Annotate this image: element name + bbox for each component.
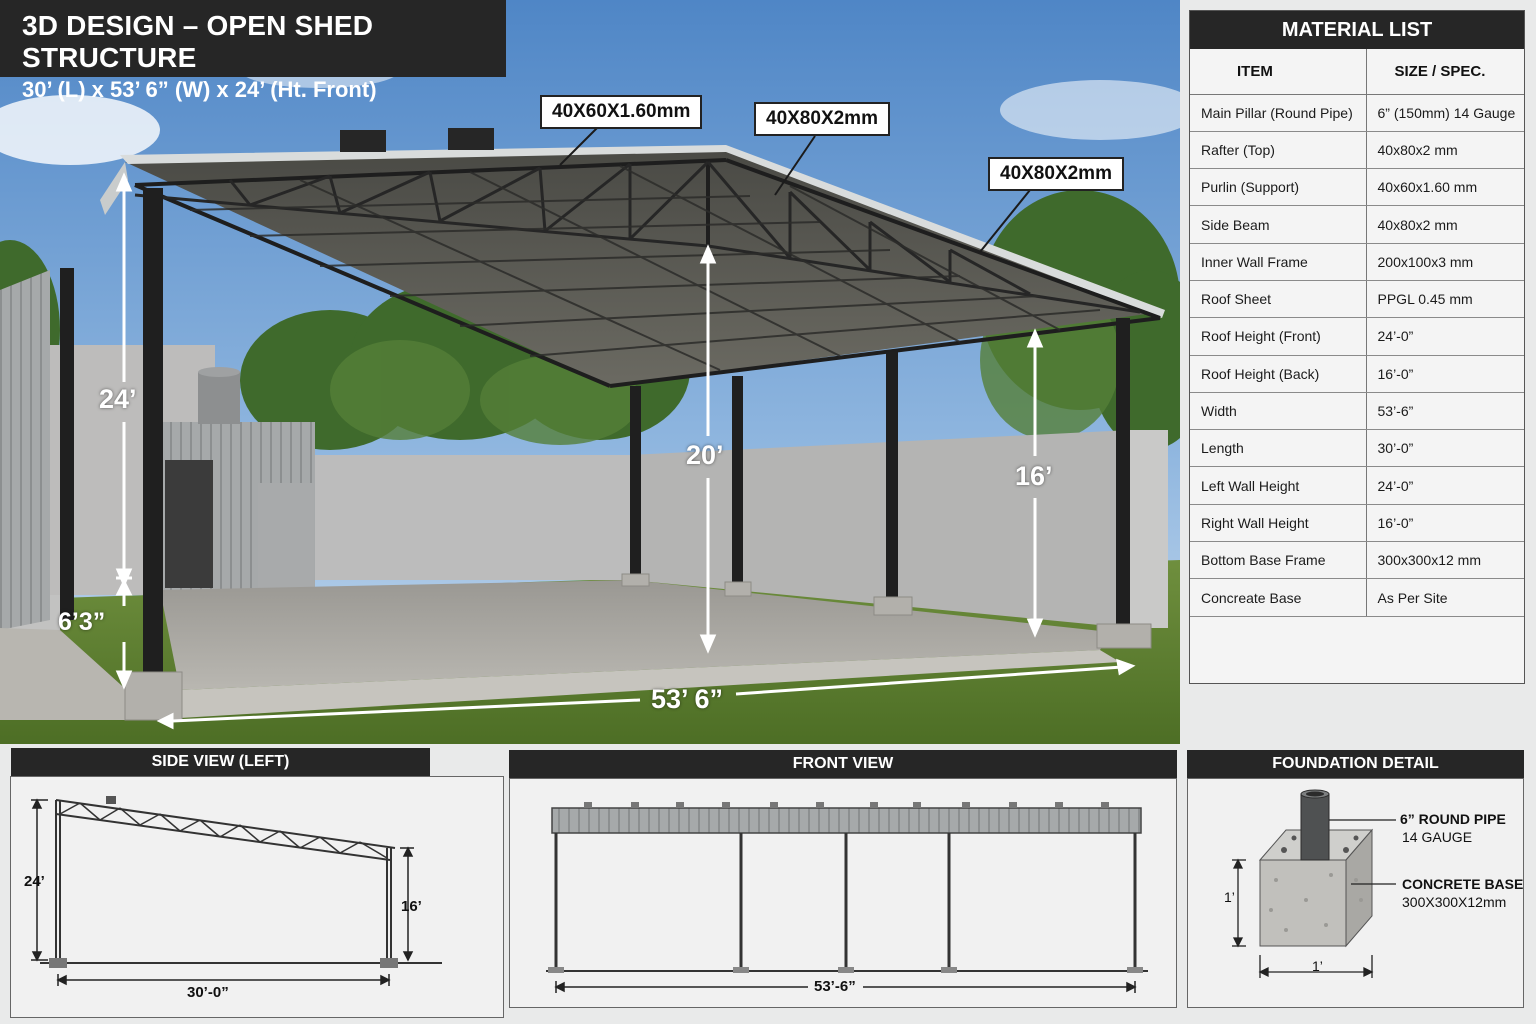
spec-cell: 53’-6” [1366,392,1524,431]
table-row: Right Wall Height 16’-0” [1190,504,1524,543]
dim-width: 53’ 6” [651,684,724,714]
item-cell: Right Wall Height [1190,504,1367,543]
table-row: Left Wall Height 24’-0” [1190,466,1524,505]
item-cell: Inner Wall Frame [1190,243,1367,281]
side-view-drawing [31,796,442,986]
material-table: ITEM SIZE / SPEC. Main Pillar (Round Pip… [1190,49,1524,617]
spec-cell: 30’-0” [1366,429,1524,468]
item-cell: Width [1190,392,1367,431]
item-cell: Bottom Base Frame [1190,541,1367,580]
item-cell: Roof Height (Front) [1190,317,1367,356]
col-spec-header: SIZE / SPEC. [1366,49,1524,95]
3d-render: 3D DESIGN – OPEN SHED STRUCTURE 30’ (L) … [0,0,1180,744]
item-cell: Side Beam [1190,205,1367,244]
table-row: Side Beam 40x80x2 mm [1190,205,1524,244]
table-row: Roof Sheet PPGL 0.45 mm [1190,280,1524,319]
dim-left-height: 24’ [99,384,137,414]
title-box: 3D DESIGN – OPEN SHED STRUCTURE 30’ (L) … [0,0,506,102]
spec-cell: 200x100x3 mm [1366,243,1524,281]
shed-design-sheet: 3D DESIGN – OPEN SHED STRUCTURE 30’ (L) … [0,0,1536,1024]
spec-cell: 40x60x1.60 mm [1366,168,1524,207]
spec-cell: 300x300x12 mm [1366,541,1524,580]
spec-cell: 6” (150mm) 14 Gauge [1366,94,1524,132]
callout-rafter-right: 40X80X2mm [988,157,1124,191]
table-row: Inner Wall Frame 200x100x3 mm [1190,243,1524,281]
foundation-panel: FOUNDATION DETAIL 6” ROUND PIPE 14 GAUGE… [1186,750,1526,1024]
material-list: MATERIAL LIST ITEM SIZE / SPEC. Main Pil… [1189,10,1525,684]
subtitle: 30’ (L) x 53’ 6” (W) x 24’ (Ht. Front) [22,77,377,102]
spec-cell: PPGL 0.45 mm [1366,280,1524,319]
side-length: 30’-0” [187,984,229,1001]
spec-cell: 16’-0” [1366,355,1524,393]
base-label-1: CONCRETE BASE [1402,876,1524,892]
item-cell: Left Wall Height [1190,466,1367,505]
foundation-height: 1’ [1224,889,1235,905]
dim-center-height: 20’ [686,440,724,470]
base-label-2: 300X300X12mm [1402,894,1507,910]
table-row: Width 53’-6” [1190,392,1524,431]
table-row: Bottom Base Frame 300x300x12 mm [1190,541,1524,580]
spec-cell: 40x80x2 mm [1366,131,1524,170]
table-row: Main Pillar (Round Pipe) 6” (150mm) 14 Ga… [1190,94,1524,132]
item-cell: Main Pillar (Round Pipe) [1190,94,1367,132]
spec-cell: 40x80x2 mm [1366,205,1524,244]
main-title: 3D DESIGN – OPEN SHED STRUCTURE [22,10,374,73]
item-cell: Purlin (Support) [1190,168,1367,207]
material-list-title: MATERIAL LIST [1190,11,1524,49]
callout-purlin: 40X60X1.60mm [540,95,703,129]
side-right-height: 16’ [401,898,422,915]
spec-cell: 16’-0” [1366,504,1524,543]
front-width: 53’-6” [814,978,856,995]
table-row: Rafter (Top) 40x80x2 mm [1190,131,1524,170]
pipe-label-2: 14 GAUGE [1402,829,1473,845]
table-row: Length 30’-0” [1190,429,1524,468]
side-view-panel: SIDE VIEW (LEFT) 24’ 16’ 30’-0” [0,748,505,1024]
table-row: Purlin (Support) 40x60x1.60 mm [1190,168,1524,207]
side-left-height: 24’ [24,873,45,890]
spec-cell: 24’-0” [1366,466,1524,505]
table-row: Roof Height (Back) 16’-0” [1190,355,1524,393]
item-cell: Rafter (Top) [1190,131,1367,170]
item-cell: Concreate Base [1190,578,1367,617]
spec-cell: 24’-0” [1366,317,1524,356]
item-cell: Length [1190,429,1367,468]
table-row: Concreate Base As Per Site [1190,578,1524,617]
material-table-header: ITEM SIZE / SPEC. [1190,49,1524,95]
dim-right-height: 16’ [1015,461,1053,491]
pipe-label-1: 6” ROUND PIPE [1400,811,1506,827]
spec-cell: As Per Site [1366,578,1524,617]
item-cell: Roof Sheet [1190,280,1367,319]
col-item-header: ITEM [1190,49,1367,95]
foundation-width: 1’ [1312,958,1323,974]
callout-rafter-mid: 40X80X2mm [754,102,890,136]
table-row: Roof Height (Front) 24’-0” [1190,317,1524,356]
front-view-panel: FRONT VIEW 53’-6” [508,750,1178,1024]
dim-base-height: 6’3” [58,608,106,636]
item-cell: Roof Height (Back) [1190,355,1367,393]
